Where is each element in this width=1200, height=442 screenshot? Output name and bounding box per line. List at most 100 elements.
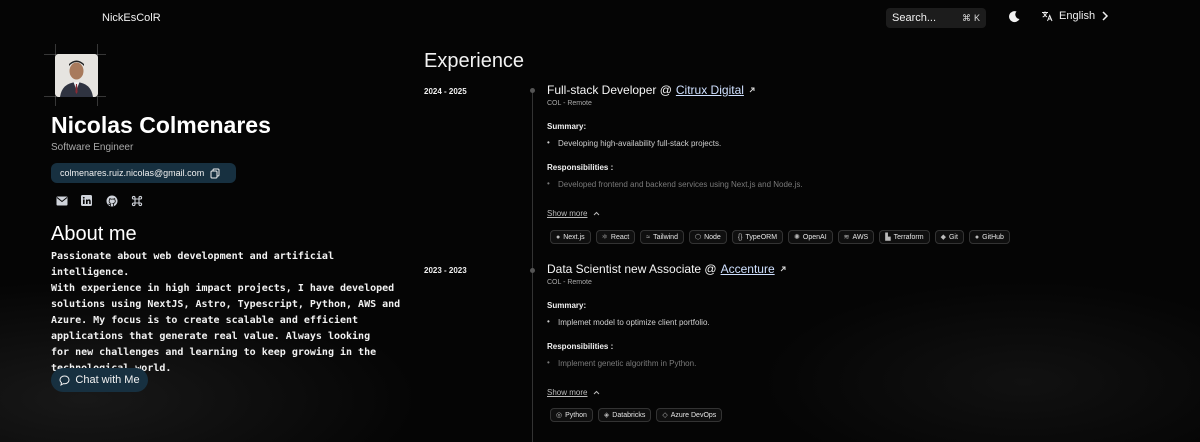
tag-github: ● GitHub [968, 230, 1010, 244]
tag-label: Node [704, 233, 721, 241]
command-icon[interactable] [130, 194, 143, 207]
timeline-line [532, 90, 533, 442]
job-title: Full-stack Developer @ Citrux Digital [547, 83, 1147, 97]
summary-item: Developing high-availability full-stack … [547, 138, 1147, 148]
search-button[interactable]: Search... ⌘ K [886, 8, 986, 28]
tag-git: ◆ Git [934, 230, 964, 244]
tag-python: ◎ Python [550, 408, 593, 422]
search-shortcut: ⌘ K [962, 13, 980, 24]
python-icon: ◎ [556, 412, 563, 419]
timeline-dot [530, 268, 535, 273]
tag-label: GitHub [982, 233, 1004, 241]
tag-typeorm: {} TypeORM [731, 230, 784, 244]
tag-node: ⬡ Node [688, 230, 727, 244]
about-paragraph: Passionate about web development and art… [51, 251, 401, 374]
responsibility-item: Developed frontend and backend services … [547, 179, 1147, 189]
timeline-dot [530, 88, 535, 93]
typeorm-icon: {} [737, 233, 743, 241]
about-heading: About me [51, 223, 137, 245]
job-role: Data Scientist new Associate @ [547, 262, 717, 276]
company-link[interactable]: Accenture [721, 262, 775, 276]
command-key: ⌘ [961, 12, 971, 23]
node-icon: ⬡ [694, 234, 702, 241]
tag-label: Python [565, 411, 587, 419]
external-link-icon[interactable] [748, 86, 756, 94]
nextjs-icon: ● [556, 233, 561, 241]
external-link-icon[interactable] [779, 265, 787, 273]
databricks-icon: ◈ [603, 412, 610, 419]
language-selector[interactable]: English [1041, 10, 1109, 22]
tag-label: React [610, 233, 630, 241]
email-address: colmenares.ruiz.nicolas@gmail.com [60, 168, 205, 178]
search-label: Search... [892, 12, 937, 24]
tailwind-icon: ≈ [646, 233, 651, 241]
social-links [55, 194, 143, 207]
git-icon: ◆ [940, 234, 946, 241]
translate-icon [1042, 11, 1053, 22]
job-period: 2024 - 2025 [424, 87, 467, 96]
chevron-up-icon [594, 211, 600, 216]
tag-label: AWS [852, 233, 869, 241]
tag-databricks: ◈ Databricks [597, 408, 652, 422]
tag-label: OpenAI [802, 233, 827, 241]
site-brand[interactable]: NickEsColR [102, 12, 161, 24]
github-icon[interactable] [105, 194, 118, 207]
tag-label: Azure DevOps [670, 411, 717, 419]
terraform-icon: ▙ [885, 234, 891, 241]
tag-openai: ✺ OpenAI [788, 230, 833, 244]
openai-icon: ✺ [794, 234, 800, 241]
job-period: 2023 - 2023 [424, 266, 467, 275]
tech-tags: ◎ Python ◈ Databricks ◇ Azure DevOps [550, 408, 723, 422]
job-title: Data Scientist new Associate @ Accenture [547, 262, 1147, 276]
tag-label: TypeORM [745, 233, 778, 241]
tag-label: Terraform [893, 233, 924, 241]
tag-react: ⚛ React [595, 230, 636, 244]
mail-icon[interactable] [55, 194, 68, 207]
company-link[interactable]: Citrux Digital [676, 83, 744, 97]
github-icon: ● [974, 233, 980, 241]
email-copy-button[interactable]: colmenares.ruiz.nicolas@gmail.com [51, 163, 236, 183]
k-key: K [973, 13, 980, 23]
language-label: English [1059, 10, 1096, 22]
summary-heading: Summary: [547, 301, 587, 310]
tag-label: Next.js [563, 233, 585, 241]
tag-label: Databricks [612, 411, 646, 419]
show-more-label: Show more [547, 388, 588, 397]
avatar [55, 54, 98, 97]
show-more-button[interactable]: Show more [547, 388, 600, 397]
job-entry: Data Scientist new Associate @ Accenture… [547, 262, 1147, 368]
profile-name: Nicolas Colmenares [51, 112, 271, 138]
tag-tailwind: ≈ Tailwind [640, 230, 684, 244]
summary-item: Implemet model to optimize client portfo… [547, 317, 1147, 327]
azure-devops-icon: ◇ [662, 412, 668, 419]
aws-icon: ≋ [843, 234, 850, 241]
experience-heading: Experience [424, 50, 525, 72]
responsibilities-heading: Responsibilities : [547, 163, 614, 172]
job-role: Full-stack Developer @ [547, 83, 672, 97]
chat-with-me-button[interactable]: Chat with Me [51, 368, 148, 392]
responsibility-item: Implement genetic algorithm in Python. [547, 358, 1147, 368]
tag-nextjs: ● Next.js [550, 230, 591, 244]
chevron-up-icon [594, 390, 600, 395]
chat-button-label: Chat with Me [75, 374, 140, 386]
copy-icon [210, 168, 220, 178]
chevron-right-icon [1102, 11, 1109, 21]
job-location: COL - Remote [547, 279, 592, 286]
job-location: COL - Remote [547, 100, 592, 107]
responsibilities-heading: Responsibilities : [547, 342, 614, 351]
tag-terraform: ▙ Terraform [879, 230, 930, 244]
summary-heading: Summary: [547, 122, 587, 131]
show-more-button[interactable]: Show more [547, 209, 600, 218]
job-entry: Full-stack Developer @ Citrux Digital CO… [547, 83, 1147, 189]
profile-role: Software Engineer [51, 142, 134, 153]
linkedin-icon[interactable] [80, 194, 93, 207]
tech-tags: ● Next.js ⚛ React ≈ Tailwind ⬡ Node {} TypeOR… [550, 230, 1010, 244]
show-more-label: Show more [547, 209, 588, 218]
tag-label: Tailwind [653, 233, 678, 241]
tag-azure-devops: ◇ Azure DevOps [656, 408, 723, 422]
tag-aws: ≋ AWS [837, 230, 875, 244]
react-icon: ⚛ [601, 234, 608, 241]
theme-toggle-moon-icon[interactable] [1007, 10, 1021, 24]
chat-bubble-icon [59, 374, 70, 386]
tag-label: Git [948, 233, 958, 241]
